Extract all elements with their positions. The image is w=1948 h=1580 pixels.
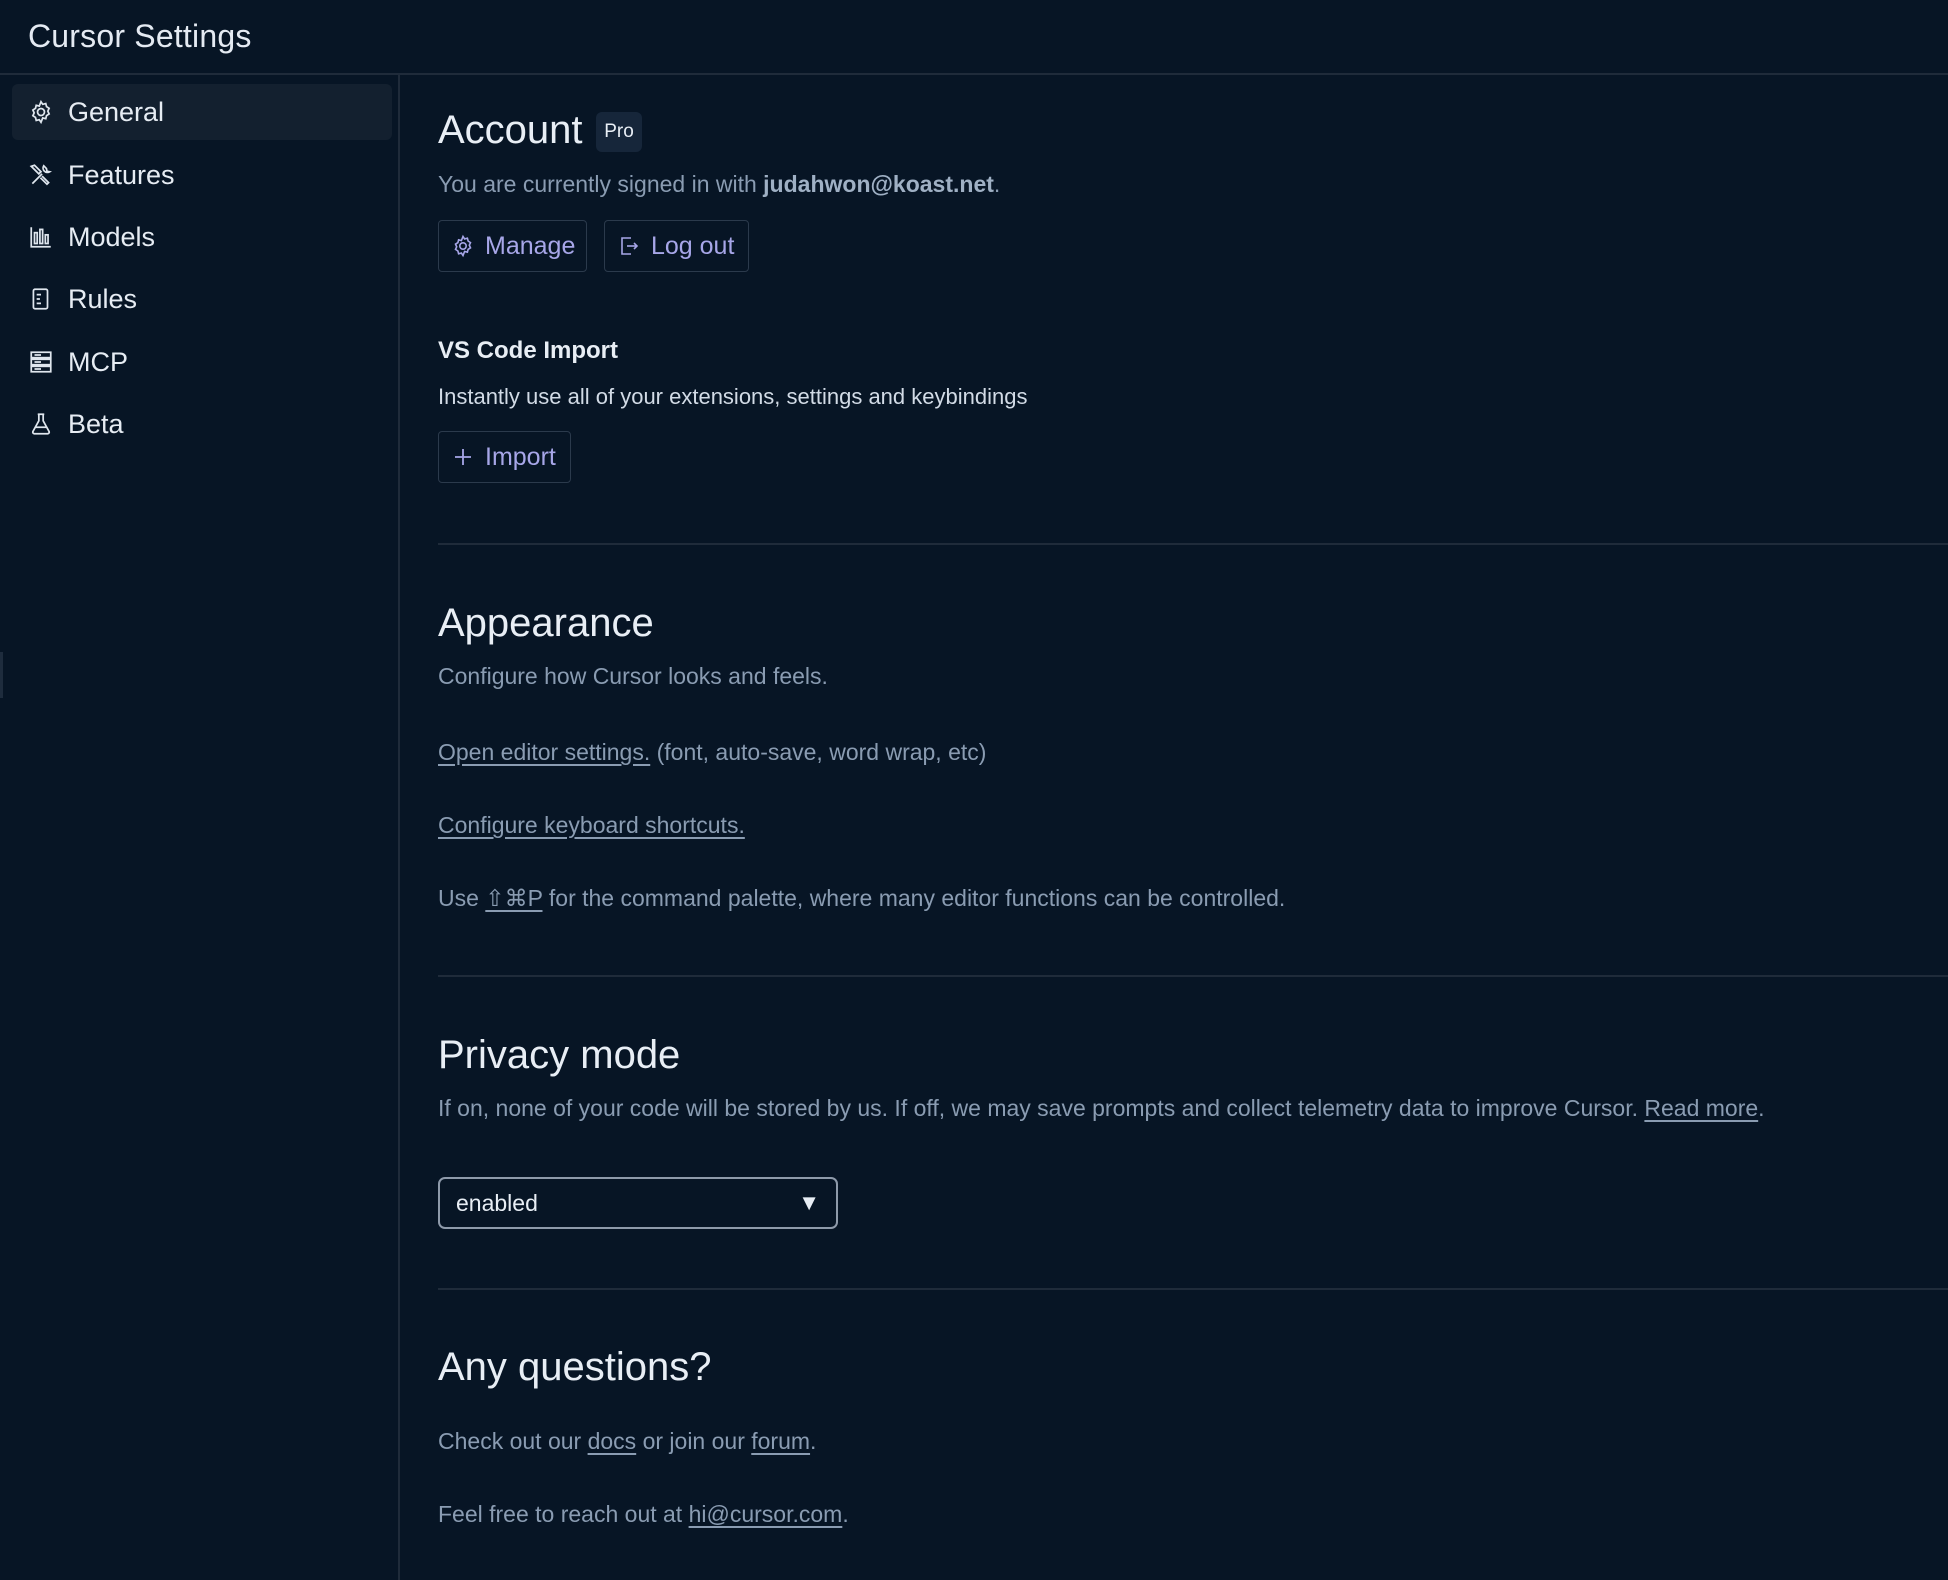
signed-in-suffix: . xyxy=(993,171,1001,197)
appearance-description: Configure how Cursor looks and feels. xyxy=(438,663,828,689)
keyboard-shortcuts-row: Configure keyboard shortcuts. xyxy=(438,812,745,839)
settings-window: Cursor Settings General Features Models … xyxy=(0,0,1948,1580)
sidebar-item-label: General xyxy=(68,96,165,127)
appearance-heading: Appearance xyxy=(438,601,654,645)
account-email: judahwon@koast.net xyxy=(763,171,994,197)
privacy-mode-value: enabled xyxy=(456,1189,538,1216)
signed-in-text: You are currently signed in with judahwo… xyxy=(438,171,1000,198)
server-icon xyxy=(28,349,54,375)
title-bar: Cursor Settings xyxy=(0,0,1948,75)
command-palette-hint: Use ⇧⌘P for the command palette, where m… xyxy=(438,885,1285,912)
editor-settings-row: Open editor settings. (font, auto-save, … xyxy=(438,739,986,766)
privacy-description-end: . xyxy=(1758,1095,1765,1121)
window-title: Cursor Settings xyxy=(28,18,252,54)
docs-link[interactable]: docs xyxy=(588,1428,637,1454)
settings-content: Account Pro You are currently signed in … xyxy=(438,75,1948,1580)
section-divider xyxy=(438,1288,1948,1290)
help-suffix: . xyxy=(810,1428,817,1454)
sidebar-item-rules[interactable]: Rules xyxy=(12,271,392,327)
read-more-link[interactable]: Read more xyxy=(1644,1095,1758,1121)
sidebar-item-label: Rules xyxy=(68,283,138,314)
dropdown-arrow-icon: ▼ xyxy=(798,1190,820,1215)
contact-row: Feel free to reach out at hi@cursor.com. xyxy=(438,1501,849,1528)
vscode-import-description: Instantly use all of your extensions, se… xyxy=(438,384,1028,409)
plan-badge: Pro xyxy=(596,112,642,152)
sidebar-item-label: Models xyxy=(68,221,156,252)
open-editor-settings-link[interactable]: Open editor settings. xyxy=(438,739,650,765)
sidebar: General Features Models Rules MCP Beta xyxy=(0,75,400,1580)
sidebar-item-mcp[interactable]: MCP xyxy=(12,334,392,390)
bar-chart-icon xyxy=(28,224,54,250)
import-button[interactable]: Import xyxy=(438,431,571,483)
questions-heading: Any questions? xyxy=(438,1345,712,1389)
gear-icon xyxy=(28,99,54,125)
tools-icon xyxy=(28,162,54,188)
sidebar-item-label: Beta xyxy=(68,408,124,439)
privacy-heading: Privacy mode xyxy=(438,1033,681,1077)
palette-prefix: Use xyxy=(438,885,486,911)
configure-keyboard-shortcuts-link[interactable]: Configure keyboard shortcuts. xyxy=(438,812,745,838)
signed-in-prefix: You are currently signed in with xyxy=(438,171,764,197)
plus-icon xyxy=(451,445,475,469)
help-links-row: Check out our docs or join our forum. xyxy=(438,1428,816,1455)
contact-suffix: . xyxy=(842,1501,849,1527)
sidebar-item-label: Features xyxy=(68,159,175,190)
editor-settings-hint: (font, auto-save, word wrap, etc) xyxy=(650,739,987,765)
contact-prefix: Feel free to reach out at xyxy=(438,1501,689,1527)
logout-label: Log out xyxy=(651,231,735,260)
section-divider xyxy=(438,975,1948,977)
import-label: Import xyxy=(485,442,556,471)
account-heading: Account xyxy=(438,108,583,152)
section-divider xyxy=(438,543,1948,545)
forum-link[interactable]: forum xyxy=(751,1428,810,1454)
manage-button[interactable]: Manage xyxy=(438,220,587,272)
sidebar-item-features[interactable]: Features xyxy=(12,147,392,203)
help-prefix: Check out our xyxy=(438,1428,588,1454)
manage-label: Manage xyxy=(485,231,576,260)
sidebar-item-label: MCP xyxy=(68,346,128,377)
privacy-description-text: If on, none of your code will be stored … xyxy=(438,1095,1645,1121)
vscode-import-heading: VS Code Import xyxy=(438,337,619,364)
sidebar-item-beta[interactable]: Beta xyxy=(12,396,392,452)
help-middle: or join our xyxy=(636,1428,752,1454)
sidebar-item-general[interactable]: General xyxy=(12,84,392,140)
logout-icon xyxy=(617,234,641,258)
flask-icon xyxy=(28,411,54,437)
privacy-description: If on, none of your code will be stored … xyxy=(438,1095,1765,1122)
privacy-mode-select[interactable]: enabled ▼ xyxy=(438,1177,838,1229)
logout-button[interactable]: Log out xyxy=(604,220,749,272)
support-email-link[interactable]: hi@cursor.com xyxy=(689,1501,843,1527)
document-icon xyxy=(28,286,54,312)
palette-suffix: for the command palette, where many edit… xyxy=(542,885,1286,911)
command-palette-shortcut: ⇧⌘P xyxy=(485,885,543,911)
sidebar-item-models[interactable]: Models xyxy=(12,209,392,265)
gear-icon xyxy=(451,234,475,258)
